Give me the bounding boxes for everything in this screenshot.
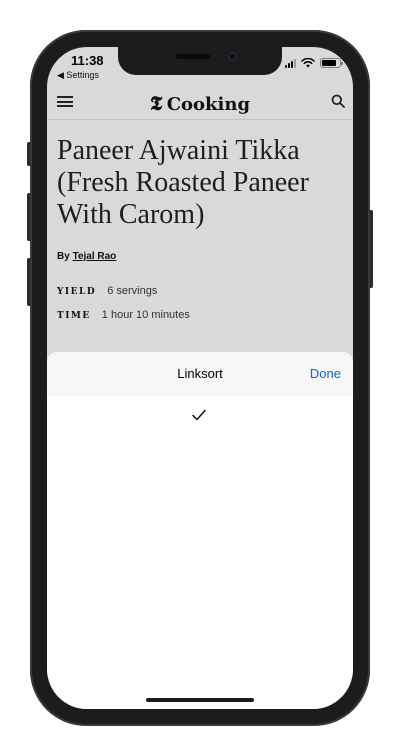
- cooking-logo[interactable]: 𝕿 Cooking: [47, 91, 353, 115]
- nyt-logo-mark: 𝕿: [149, 91, 163, 115]
- sheet-title: Linksort: [177, 366, 223, 381]
- byline-prefix: By: [57, 251, 70, 262]
- recipe-yield: YIELD 6 servings: [57, 285, 157, 297]
- battery-level-fill: [322, 60, 336, 66]
- wifi-icon: [301, 58, 315, 68]
- share-extension-sheet: Linksort Done: [47, 352, 353, 709]
- status-time: 11:38: [71, 53, 104, 68]
- sheet-header: Linksort Done: [47, 352, 353, 396]
- yield-value: 6 servings: [107, 285, 158, 297]
- signal-bar: [288, 62, 290, 68]
- author-link[interactable]: Tejal Rao: [73, 251, 117, 262]
- logo-text: Cooking: [166, 94, 251, 115]
- search-icon[interactable]: [331, 94, 345, 108]
- speaker-grille: [176, 54, 210, 59]
- checkmark-icon: [192, 409, 206, 421]
- recipe-time: TIME 1 hour 10 minutes: [57, 309, 190, 321]
- status-icons: [285, 58, 343, 68]
- battery-icon: [320, 58, 343, 68]
- notch: [118, 47, 282, 75]
- recipe-title: Paneer Ajwaini Tikka (Fresh Roasted Pane…: [57, 135, 309, 230]
- phone-screen: 11:38 ◀ Settings 𝕿 Cooking Paneer Ajwain…: [47, 47, 353, 709]
- signal-bar: [294, 58, 296, 68]
- home-indicator[interactable]: [146, 698, 254, 702]
- device-stage: 11:38 ◀ Settings 𝕿 Cooking Paneer Ajwain…: [0, 0, 400, 756]
- yield-label: YIELD: [57, 287, 97, 297]
- front-camera-icon: [228, 52, 237, 61]
- recipe-byline: By Tejal Rao: [57, 251, 116, 262]
- back-to-settings-link[interactable]: ◀ Settings: [57, 70, 99, 81]
- done-button[interactable]: Done: [310, 366, 341, 381]
- time-label: TIME: [57, 311, 91, 321]
- cellular-signal-icon: [285, 58, 296, 68]
- signal-bar: [285, 64, 287, 68]
- time-value: 1 hour 10 minutes: [101, 309, 190, 321]
- app-header: 𝕿 Cooking: [47, 85, 353, 120]
- signal-bar: [291, 60, 293, 68]
